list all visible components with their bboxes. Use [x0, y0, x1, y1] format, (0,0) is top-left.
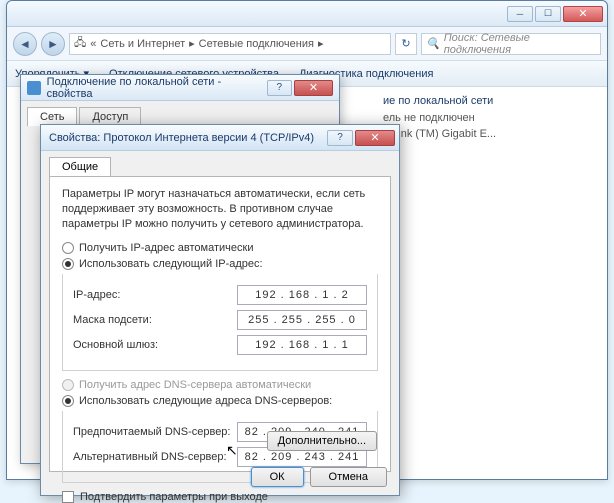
ip-address-label: IP-адрес: [73, 289, 237, 301]
search-icon: 🔍 [426, 37, 440, 50]
subnet-mask-label: Маска подсети: [73, 314, 237, 326]
nav-forward-button[interactable]: ► [41, 32, 65, 56]
radio-icon [62, 395, 74, 407]
nav-back-button[interactable]: ◄ [13, 32, 37, 56]
chevron-right-icon: ▸ [318, 37, 324, 50]
ipv4-titlebar: Свойства: Протокол Интернета версии 4 (T… [41, 125, 399, 151]
breadcrumb[interactable]: 🖧 « Сеть и Интернет ▸ Сетевые подключени… [69, 33, 391, 55]
help-button[interactable]: ? [327, 130, 353, 146]
breadcrumb-sep: « [90, 38, 96, 50]
ipv4-properties-dialog: Свойства: Протокол Интернета версии 4 (T… [40, 124, 400, 496]
connection-adapter: etLink (TM) Gigabit E... [383, 126, 583, 143]
maximize-button[interactable]: ☐ [535, 6, 561, 22]
connection-status: ель не подключен [383, 110, 583, 127]
search-placeholder: Поиск: Сетевые подключения [444, 32, 596, 56]
radio-ip-manual[interactable]: Использовать следующий IP-адрес: [62, 258, 378, 270]
close-button[interactable]: ✕ [563, 6, 603, 22]
explorer-nav: ◄ ► 🖧 « Сеть и Интернет ▸ Сетевые подклю… [7, 27, 607, 61]
radio-dns-auto: Получить адрес DNS-сервера автоматически [62, 379, 378, 391]
minimize-button[interactable]: ─ [507, 6, 533, 22]
help-button[interactable]: ? [267, 80, 292, 96]
radio-label: Получить адрес DNS-сервера автоматически [79, 379, 311, 391]
refresh-button[interactable]: ↻ [395, 33, 417, 55]
radio-label: Использовать следующий IP-адрес: [79, 258, 263, 270]
subnet-mask-input[interactable]: 255 . 255 . 255 . 0 [237, 310, 367, 330]
explorer-titlebar: ─ ☐ ✕ [7, 1, 607, 27]
ipv4-panel: Параметры IP могут назначаться автоматич… [49, 176, 391, 472]
breadcrumb-icon: 🖧 [74, 34, 86, 53]
connection-item[interactable]: ие по локальной сети ель не подключен et… [383, 89, 583, 143]
props-title: Подключение по локальной сети - свойства [47, 76, 265, 100]
close-button[interactable]: ✕ [294, 80, 333, 96]
ipv4-title: Свойства: Протокол Интернета версии 4 (T… [49, 132, 314, 144]
confirm-checkbox-row[interactable]: Подтвердить параметры при выходе [62, 491, 378, 503]
radio-dns-manual[interactable]: Использовать следующие адреса DNS-сервер… [62, 395, 378, 407]
tab-general[interactable]: Общие [49, 157, 111, 176]
props-titlebar: Подключение по локальной сети - свойства… [21, 75, 339, 101]
ip-group: IP-адрес: 192 . 168 . 1 . 2 Маска подсет… [62, 274, 378, 371]
alternate-dns-label: Альтернативный DNS-сервер: [73, 451, 237, 463]
radio-ip-auto[interactable]: Получить IP-адрес автоматически [62, 242, 378, 254]
gateway-input[interactable]: 192 . 168 . 1 . 1 [237, 335, 367, 355]
checkbox-icon [62, 491, 74, 503]
preferred-dns-label: Предпочитаемый DNS-сервер: [73, 426, 237, 438]
advanced-button[interactable]: Дополнительно... [267, 431, 377, 451]
cancel-button[interactable]: Отмена [310, 467, 387, 487]
ipv4-description: Параметры IP могут назначаться автоматич… [62, 187, 378, 232]
radio-icon [62, 258, 74, 270]
breadcrumb-part[interactable]: Сетевые подключения [199, 38, 314, 50]
close-button[interactable]: ✕ [355, 130, 395, 146]
network-icon [27, 81, 41, 95]
props-tabs: Сеть Доступ [21, 101, 339, 126]
connection-name: ие по локальной сети [383, 93, 583, 110]
search-input[interactable]: 🔍 Поиск: Сетевые подключения [421, 33, 601, 55]
chevron-right-icon: ▸ [189, 37, 195, 50]
ip-address-input[interactable]: 192 . 168 . 1 . 2 [237, 285, 367, 305]
radio-label: Получить IP-адрес автоматически [79, 242, 253, 254]
gateway-label: Основной шлюз: [73, 339, 237, 351]
ok-button[interactable]: ОК [251, 467, 304, 487]
breadcrumb-part[interactable]: Сеть и Интернет [100, 38, 185, 50]
radio-icon [62, 242, 74, 254]
radio-icon [62, 379, 74, 391]
radio-label: Использовать следующие адреса DNS-сервер… [79, 395, 332, 407]
confirm-label: Подтвердить параметры при выходе [80, 491, 268, 503]
